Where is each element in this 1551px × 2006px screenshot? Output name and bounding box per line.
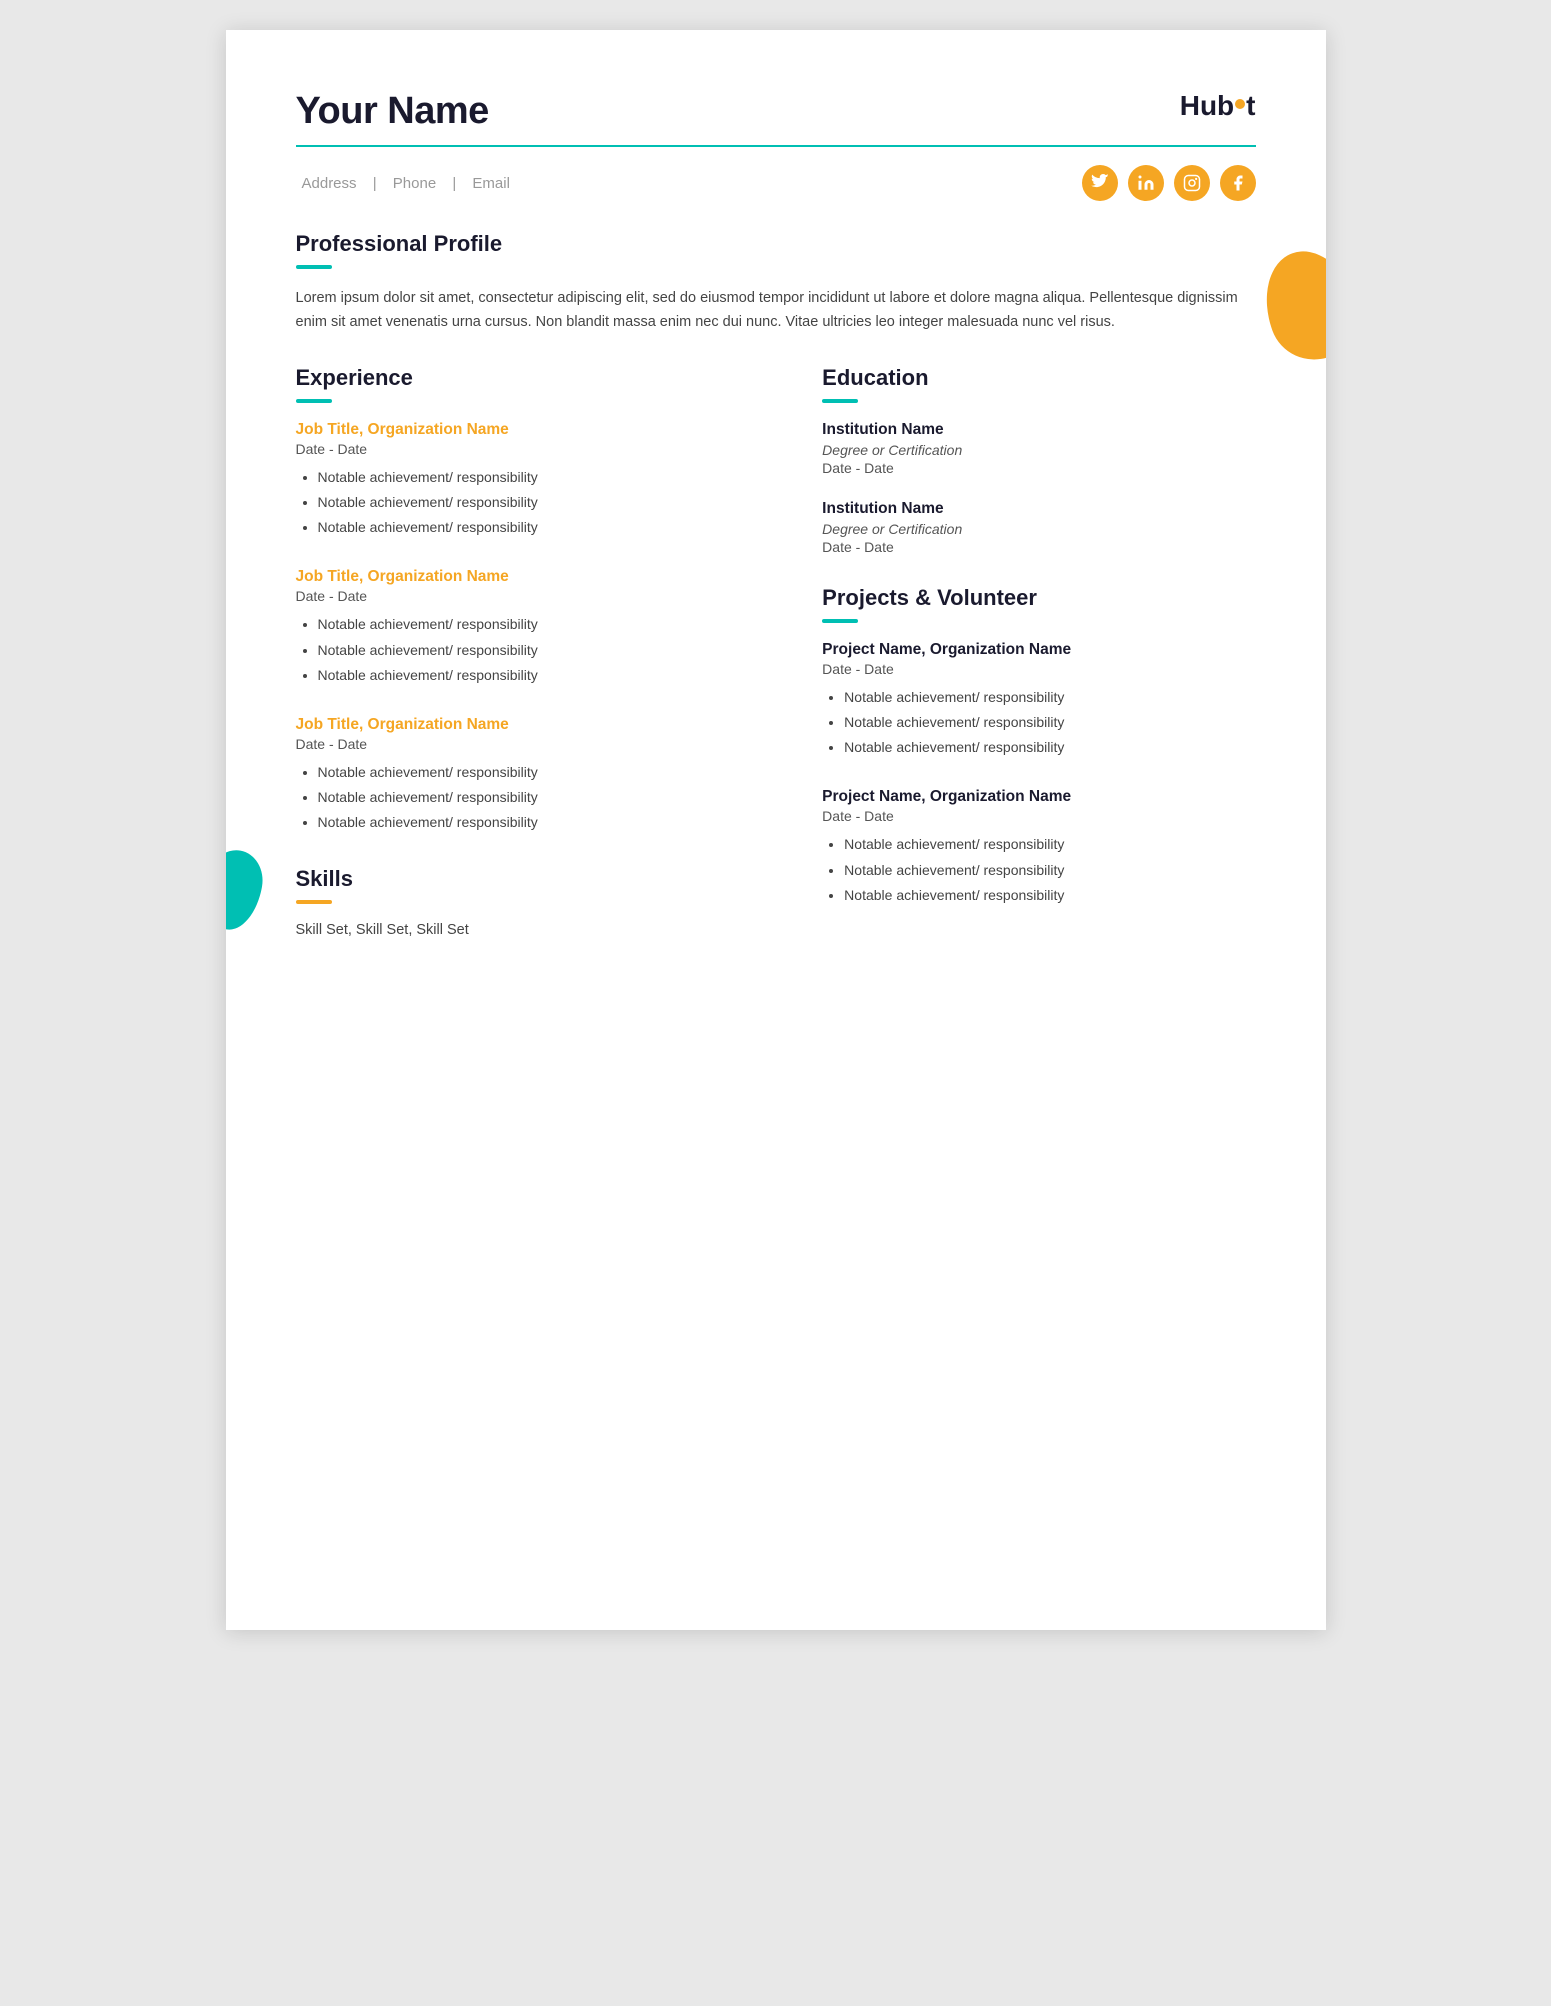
job-achievement-1-3: Notable achievement/ responsibility xyxy=(318,515,773,540)
edu-entry-1: Institution Name Degree or Certification… xyxy=(822,421,1255,476)
degree-1: Degree or Certification xyxy=(822,442,1255,458)
edu-entry-2: Institution Name Degree or Certification… xyxy=(822,500,1255,555)
projects-underline xyxy=(822,619,858,623)
projects-section: Projects & Volunteer Project Name, Organ… xyxy=(822,585,1255,908)
job-list-3: Notable achievement/ responsibility Nota… xyxy=(296,760,773,836)
linkedin-icon[interactable] xyxy=(1128,165,1164,201)
job-achievement-2-2: Notable achievement/ responsibility xyxy=(318,638,773,663)
profile-body: Lorem ipsum dolor sit amet, consectetur … xyxy=(296,287,1256,335)
job-list-1: Notable achievement/ responsibility Nota… xyxy=(296,465,773,541)
facebook-icon[interactable] xyxy=(1220,165,1256,201)
resume-page: Your Name Hubt Address | Phone | Email xyxy=(226,30,1326,1630)
phone: Phone xyxy=(393,175,436,192)
email: Email xyxy=(472,175,510,192)
header: Your Name Hubt xyxy=(296,90,1256,133)
job-title-1: Job Title, Organization Name xyxy=(296,421,773,439)
experience-underline xyxy=(296,399,332,403)
instagram-icon[interactable] xyxy=(1174,165,1210,201)
job-achievement-1-1: Notable achievement/ responsibility xyxy=(318,465,773,490)
decorative-shape-teal xyxy=(226,846,268,934)
job-achievement-2-3: Notable achievement/ responsibility xyxy=(318,663,773,688)
twitter-icon[interactable] xyxy=(1082,165,1118,201)
resume-name: Your Name xyxy=(296,90,489,133)
separator-2: | xyxy=(452,175,456,192)
job-date-2: Date - Date xyxy=(296,588,773,604)
project-achievement-1-2: Notable achievement/ responsibility xyxy=(844,710,1255,735)
job-achievement-3-3: Notable achievement/ responsibility xyxy=(318,810,773,835)
social-icons xyxy=(1082,165,1256,201)
education-underline xyxy=(822,399,858,403)
projects-title: Projects & Volunteer xyxy=(822,585,1255,611)
job-entry-3: Job Title, Organization Name Date - Date… xyxy=(296,716,773,836)
project-list-1: Notable achievement/ responsibility Nota… xyxy=(822,685,1255,761)
job-achievement-3-1: Notable achievement/ responsibility xyxy=(318,760,773,785)
experience-title: Experience xyxy=(296,365,773,391)
project-entry-2: Project Name, Organization Name Date - D… xyxy=(822,788,1255,908)
separator-1: | xyxy=(373,175,377,192)
skills-underline xyxy=(296,900,332,904)
right-column: Education Institution Name Degree or Cer… xyxy=(822,365,1255,938)
education-section: Education Institution Name Degree or Cer… xyxy=(822,365,1255,555)
job-achievement-3-2: Notable achievement/ responsibility xyxy=(318,785,773,810)
project-achievement-2-3: Notable achievement/ responsibility xyxy=(844,883,1255,908)
job-achievement-1-2: Notable achievement/ responsibility xyxy=(318,490,773,515)
decorative-shape-yellow xyxy=(1249,238,1325,372)
job-title-3: Job Title, Organization Name xyxy=(296,716,773,734)
job-entry-2: Job Title, Organization Name Date - Date… xyxy=(296,568,773,688)
project-date-2: Date - Date xyxy=(822,808,1255,824)
degree-2: Degree or Certification xyxy=(822,521,1255,537)
skills-list: Skill Set, Skill Set, Skill Set xyxy=(296,922,773,938)
job-achievement-2-1: Notable achievement/ responsibility xyxy=(318,612,773,637)
logo-dot xyxy=(1235,99,1245,109)
two-column-layout: Experience Job Title, Organization Name … xyxy=(296,365,1256,938)
job-entry-1: Job Title, Organization Name Date - Date… xyxy=(296,421,773,541)
project-entry-1: Project Name, Organization Name Date - D… xyxy=(822,641,1255,761)
institution-1: Institution Name xyxy=(822,421,1255,439)
project-date-1: Date - Date xyxy=(822,661,1255,677)
edu-date-2: Date - Date xyxy=(822,539,1255,555)
project-list-2: Notable achievement/ responsibility Nota… xyxy=(822,832,1255,908)
profile-section-title: Professional Profile xyxy=(296,231,1256,257)
education-title: Education xyxy=(822,365,1255,391)
header-divider xyxy=(296,145,1256,147)
profile-underline xyxy=(296,265,332,269)
project-achievement-2-2: Notable achievement/ responsibility xyxy=(844,858,1255,883)
experience-section: Experience Job Title, Organization Name … xyxy=(296,365,773,836)
project-achievement-2-1: Notable achievement/ responsibility xyxy=(844,832,1255,857)
institution-2: Institution Name xyxy=(822,500,1255,518)
edu-date-1: Date - Date xyxy=(822,460,1255,476)
profile-section: Professional Profile Lorem ipsum dolor s… xyxy=(296,231,1256,335)
job-date-1: Date - Date xyxy=(296,441,773,457)
project-achievement-1-1: Notable achievement/ responsibility xyxy=(844,685,1255,710)
address: Address xyxy=(302,175,357,192)
contact-row: Address | Phone | Email xyxy=(296,165,1256,201)
job-list-2: Notable achievement/ responsibility Nota… xyxy=(296,612,773,688)
project-achievement-1-3: Notable achievement/ responsibility xyxy=(844,735,1255,760)
left-column: Experience Job Title, Organization Name … xyxy=(296,365,773,938)
project-title-1: Project Name, Organization Name xyxy=(822,641,1255,659)
skills-section: Skills Skill Set, Skill Set, Skill Set xyxy=(296,866,773,938)
hubspot-logo: Hubt xyxy=(1180,90,1256,122)
skills-title: Skills xyxy=(296,866,773,892)
project-title-2: Project Name, Organization Name xyxy=(822,788,1255,806)
job-title-2: Job Title, Organization Name xyxy=(296,568,773,586)
contact-info: Address | Phone | Email xyxy=(296,175,516,192)
job-date-3: Date - Date xyxy=(296,736,773,752)
